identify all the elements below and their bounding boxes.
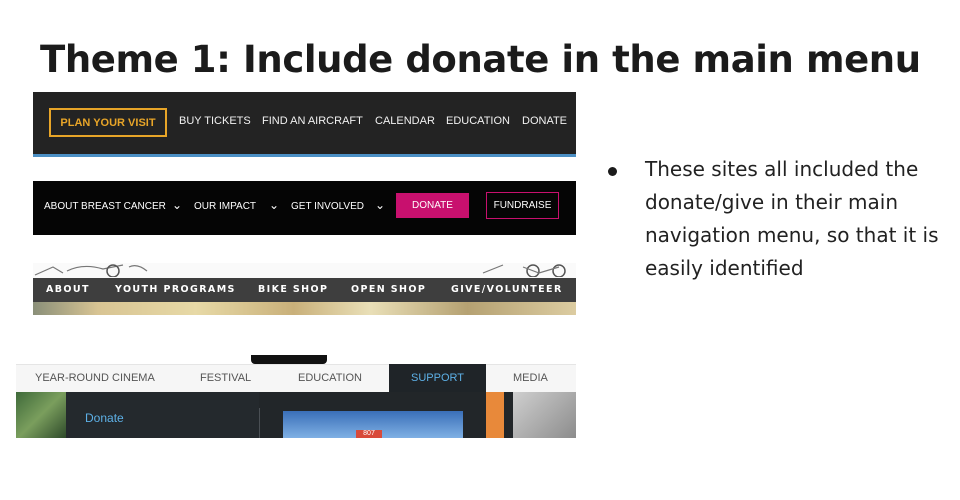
nav-our-impact[interactable]: OUR IMPACT (194, 201, 256, 212)
tab-festival[interactable]: FESTIVAL (200, 372, 251, 384)
tab-media[interactable]: MEDIA (513, 372, 548, 384)
bullet-icon (608, 167, 617, 176)
nav-get-involved[interactable]: GET INVOLVED (291, 201, 364, 212)
plan-your-visit-button[interactable]: PLAN YOUR VISIT (49, 108, 167, 137)
site3-hero-photo (33, 302, 576, 315)
fundraise-button[interactable]: FUNDRAISE (486, 192, 559, 219)
site3-navbar-screenshot: ABOUT YOUTH PROGRAMS BIKE SHOP OPEN SHOP… (33, 263, 576, 315)
tab-education[interactable]: EDUCATION (298, 372, 362, 384)
chevron-down-icon[interactable]: ⌄ (269, 198, 279, 212)
donate-button[interactable]: DONATE (396, 193, 469, 218)
site2-navbar-screenshot: ABOUT BREAST CANCER ⌄ OUR IMPACT ⌄ GET I… (33, 181, 576, 235)
submenu-divider (259, 408, 260, 438)
site1-navbar-screenshot: PLAN YOUR VISIT BUY TICKETS FIND AN AIRC… (33, 92, 576, 157)
nav-about-breast-cancer[interactable]: ABOUT BREAST CANCER (44, 201, 166, 212)
site4-navbar-screenshot: YEAR-ROUND CINEMA FESTIVAL EDUCATION SUP… (16, 355, 576, 438)
bullet-text: These sites all included the donate/give… (645, 157, 939, 280)
submenu-donate-link[interactable]: Donate (85, 411, 124, 425)
chevron-down-icon[interactable]: ⌄ (375, 198, 385, 212)
nav-give-volunteer[interactable]: GIVE/VOLUNTEER (451, 284, 563, 295)
nav-bike-shop[interactable]: BIKE SHOP (258, 284, 328, 295)
nav-about[interactable]: ABOUT (46, 284, 90, 295)
nav-buy-tickets[interactable]: BUY TICKETS (179, 115, 251, 127)
nav-education[interactable]: EDUCATION (446, 115, 510, 127)
slide-title: Theme 1: Include donate in the main menu (40, 38, 921, 81)
event-badge: 807 (356, 430, 382, 438)
navbar-accent-line (33, 154, 576, 157)
tab-year-round-cinema[interactable]: YEAR-ROUND CINEMA (35, 372, 155, 384)
orange-thumbnail (486, 392, 504, 438)
leaf-photo (16, 392, 66, 438)
nav-youth-programs[interactable]: YOUTH PROGRAMS (115, 284, 236, 295)
nav-donate[interactable]: DONATE (522, 115, 567, 127)
nav-open-shop[interactable]: OPEN SHOP (351, 284, 426, 295)
nav-calendar[interactable]: CALENDAR (375, 115, 435, 127)
chevron-down-icon[interactable]: ⌄ (172, 198, 182, 212)
bike-sketch-icon (482, 264, 566, 277)
site-logo-fragment (251, 355, 327, 364)
nav-find-an-aircraft[interactable]: FIND AN AIRCRAFT (262, 115, 363, 127)
gray-thumbnail (513, 392, 576, 438)
tab-support[interactable]: SUPPORT (411, 372, 464, 384)
bike-sketch-icon (34, 264, 148, 277)
